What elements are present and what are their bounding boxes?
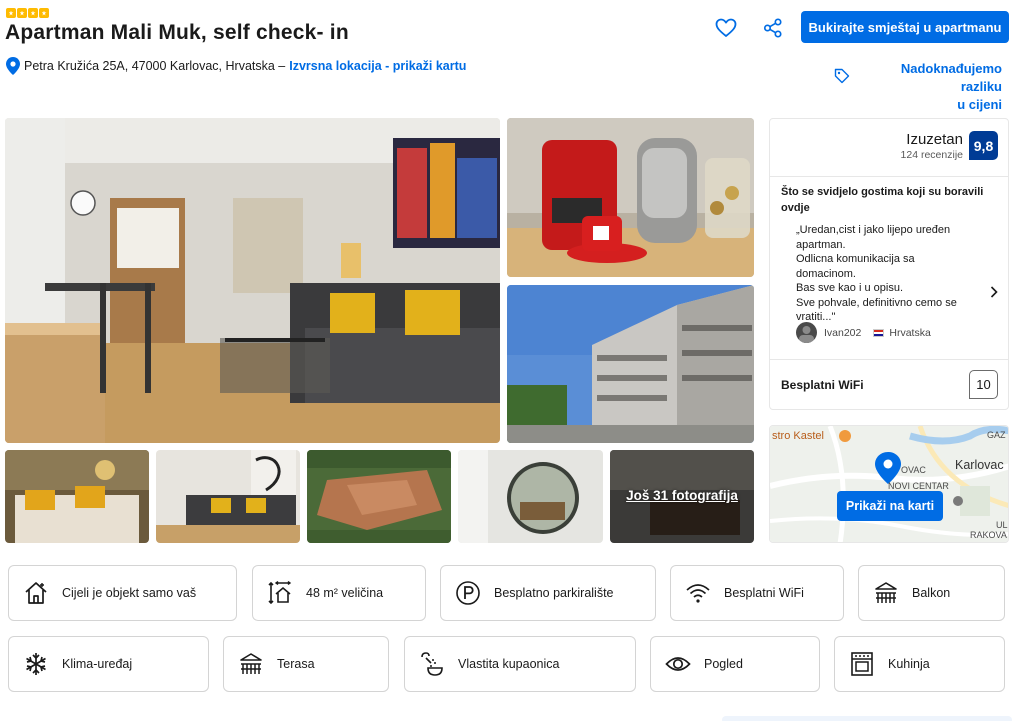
facility-parking: Besplatno parkiralište xyxy=(440,565,656,621)
divider xyxy=(770,359,1008,360)
map-label: GAZ xyxy=(987,430,1006,440)
show-on-map-button[interactable]: Prikaži na karti xyxy=(837,491,943,521)
gallery-main-photo[interactable] xyxy=(5,118,500,443)
review-count: 124 recenzije xyxy=(900,149,963,161)
review-quote-line: „Uredan,cist i jako lijepo uređen xyxy=(796,224,951,236)
divider xyxy=(770,176,1008,177)
facility-label: Besplatno parkiralište xyxy=(494,586,614,600)
facility-kitchen: Kuhinja xyxy=(834,636,1005,692)
review-quote-line: Odlicna komunikacija sa xyxy=(796,253,915,265)
coffee-machine-photo xyxy=(507,118,754,277)
eye-icon xyxy=(665,651,691,677)
living-room-thumb-photo xyxy=(156,450,300,543)
mirror-photo xyxy=(458,450,603,543)
balcony-icon xyxy=(873,580,899,606)
facility-label: Besplatni WiFi xyxy=(724,586,804,600)
facility-private-bathroom: Vlastita kupaonica xyxy=(404,636,636,692)
map-label: RAKOVA xyxy=(970,530,1007,540)
review-score-badge: 9,8 xyxy=(969,131,998,160)
price-match-line1: Nadoknađujemo razliku xyxy=(900,61,1002,94)
wifi-rating-label: Besplatni WiFi xyxy=(781,378,864,392)
gallery-thumb-mirror[interactable] xyxy=(458,450,603,543)
map-preview[interactable]: stro Kastel GAZ Karlovac OVAC NOVI CENTA… xyxy=(769,425,1009,543)
gallery-thumb-livingroom[interactable] xyxy=(156,450,300,543)
review-quote: „Uredan,cist i jako lijepo uređen apartm… xyxy=(796,223,976,325)
show-map-link[interactable]: Izvrsna lokacija - prikaži kartu xyxy=(289,59,466,73)
size-icon xyxy=(267,580,293,606)
star-icon xyxy=(6,8,16,18)
property-title: Apartman Mali Muk, self check- in xyxy=(5,21,349,44)
review-quote-line: apartman. xyxy=(796,238,846,251)
review-quote-line: Bas sve kao i u opisu. xyxy=(796,282,904,294)
facility-air-conditioning: Klima-uređaj xyxy=(8,636,209,692)
reviewer-name: Ivan202 xyxy=(824,326,862,339)
map-label: UL xyxy=(996,520,1008,530)
facility-label: Pogled xyxy=(704,657,743,671)
parking-icon xyxy=(455,580,481,606)
facility-wifi: Besplatni WiFi xyxy=(670,565,844,621)
croatia-flag-icon xyxy=(873,328,885,337)
facility-entire-place: Cijeli je objekt samo vaš xyxy=(8,565,237,621)
facility-terrace: Terasa xyxy=(223,636,389,692)
wifi-rating-score: 10 xyxy=(969,370,998,399)
share-button[interactable] xyxy=(760,15,786,41)
address-row: Petra Kružića 25A, 47000 Karlovac, Hrvat… xyxy=(6,57,466,75)
aerial-town-photo xyxy=(307,450,451,543)
facility-label: Terasa xyxy=(277,657,315,671)
snowflake-icon xyxy=(23,651,49,677)
bathroom-icon xyxy=(419,651,445,677)
review-heading: Što se svidjelo gostima koji su boravili… xyxy=(781,186,984,214)
facility-label: Kuhinja xyxy=(888,657,930,671)
map-label: stro Kastel xyxy=(772,430,824,442)
star-rating xyxy=(6,8,49,18)
terrace-icon xyxy=(238,651,264,677)
house-icon xyxy=(23,580,49,606)
price-match-line2: u cijeni xyxy=(957,97,1002,112)
facility-label: Cijeli je objekt samo vaš xyxy=(62,586,197,600)
facility-view: Pogled xyxy=(650,636,820,692)
more-photos-label: Još 31 fotografija xyxy=(626,488,738,503)
kitchen-icon xyxy=(849,651,875,677)
map-label: NOVI CENTAR xyxy=(888,481,949,491)
map-label: Karlovac xyxy=(955,458,1004,472)
review-quote-line: Sve pohvale, definitivno cemo se xyxy=(796,296,957,309)
chevron-right-icon[interactable] xyxy=(989,285,999,299)
reviewer-country: Hrvatska xyxy=(889,326,931,339)
share-icon xyxy=(763,18,782,38)
bottom-panel-edge xyxy=(722,716,1012,721)
wifi-icon xyxy=(685,580,711,606)
location-pin-icon xyxy=(6,57,20,75)
gallery-thumb-bedroom[interactable] xyxy=(5,450,149,543)
save-button[interactable] xyxy=(713,15,739,41)
facility-balcony: Balkon xyxy=(858,565,1005,621)
review-score-header: Izuzetan 124 recenzije 9,8 xyxy=(901,131,998,161)
heart-icon xyxy=(715,18,737,37)
review-score-label: Izuzetan xyxy=(906,131,963,148)
gallery-thumb-aerial[interactable] xyxy=(307,450,451,543)
address-text: Petra Kružića 25A, 47000 Karlovac, Hrvat… xyxy=(24,59,286,73)
facility-label: Klima-uređaj xyxy=(62,657,133,671)
price-tag-icon xyxy=(834,68,850,84)
facility-label: Vlastita kupaonica xyxy=(458,657,560,671)
gallery-more-photos[interactable]: Još 31 fotografija xyxy=(610,450,754,543)
living-room-photo xyxy=(5,118,500,443)
price-match-link[interactable]: Nadoknađujemo razliku u cijeni xyxy=(834,60,1002,114)
facility-size: 48 m² veličina xyxy=(252,565,426,621)
gallery-photo-building[interactable] xyxy=(507,285,754,443)
review-quote-line: domacinom. xyxy=(796,267,856,280)
star-icon xyxy=(17,8,27,18)
bedroom-photo xyxy=(5,450,149,543)
star-icon xyxy=(39,8,49,18)
facility-label: 48 m² veličina xyxy=(306,586,384,600)
facility-label: Balkon xyxy=(912,586,951,600)
book-button[interactable]: Bukirajte smještaj u apartmanu xyxy=(801,11,1009,43)
map-label: OVAC xyxy=(901,465,926,475)
avatar xyxy=(796,322,817,343)
reviewer-info: Ivan202 Hrvatska xyxy=(796,322,931,343)
building-exterior-photo xyxy=(507,285,754,443)
star-icon xyxy=(28,8,38,18)
gallery-photo-coffee[interactable] xyxy=(507,118,754,277)
review-summary-card[interactable]: Izuzetan 124 recenzije 9,8 Što se svidje… xyxy=(769,118,1009,410)
